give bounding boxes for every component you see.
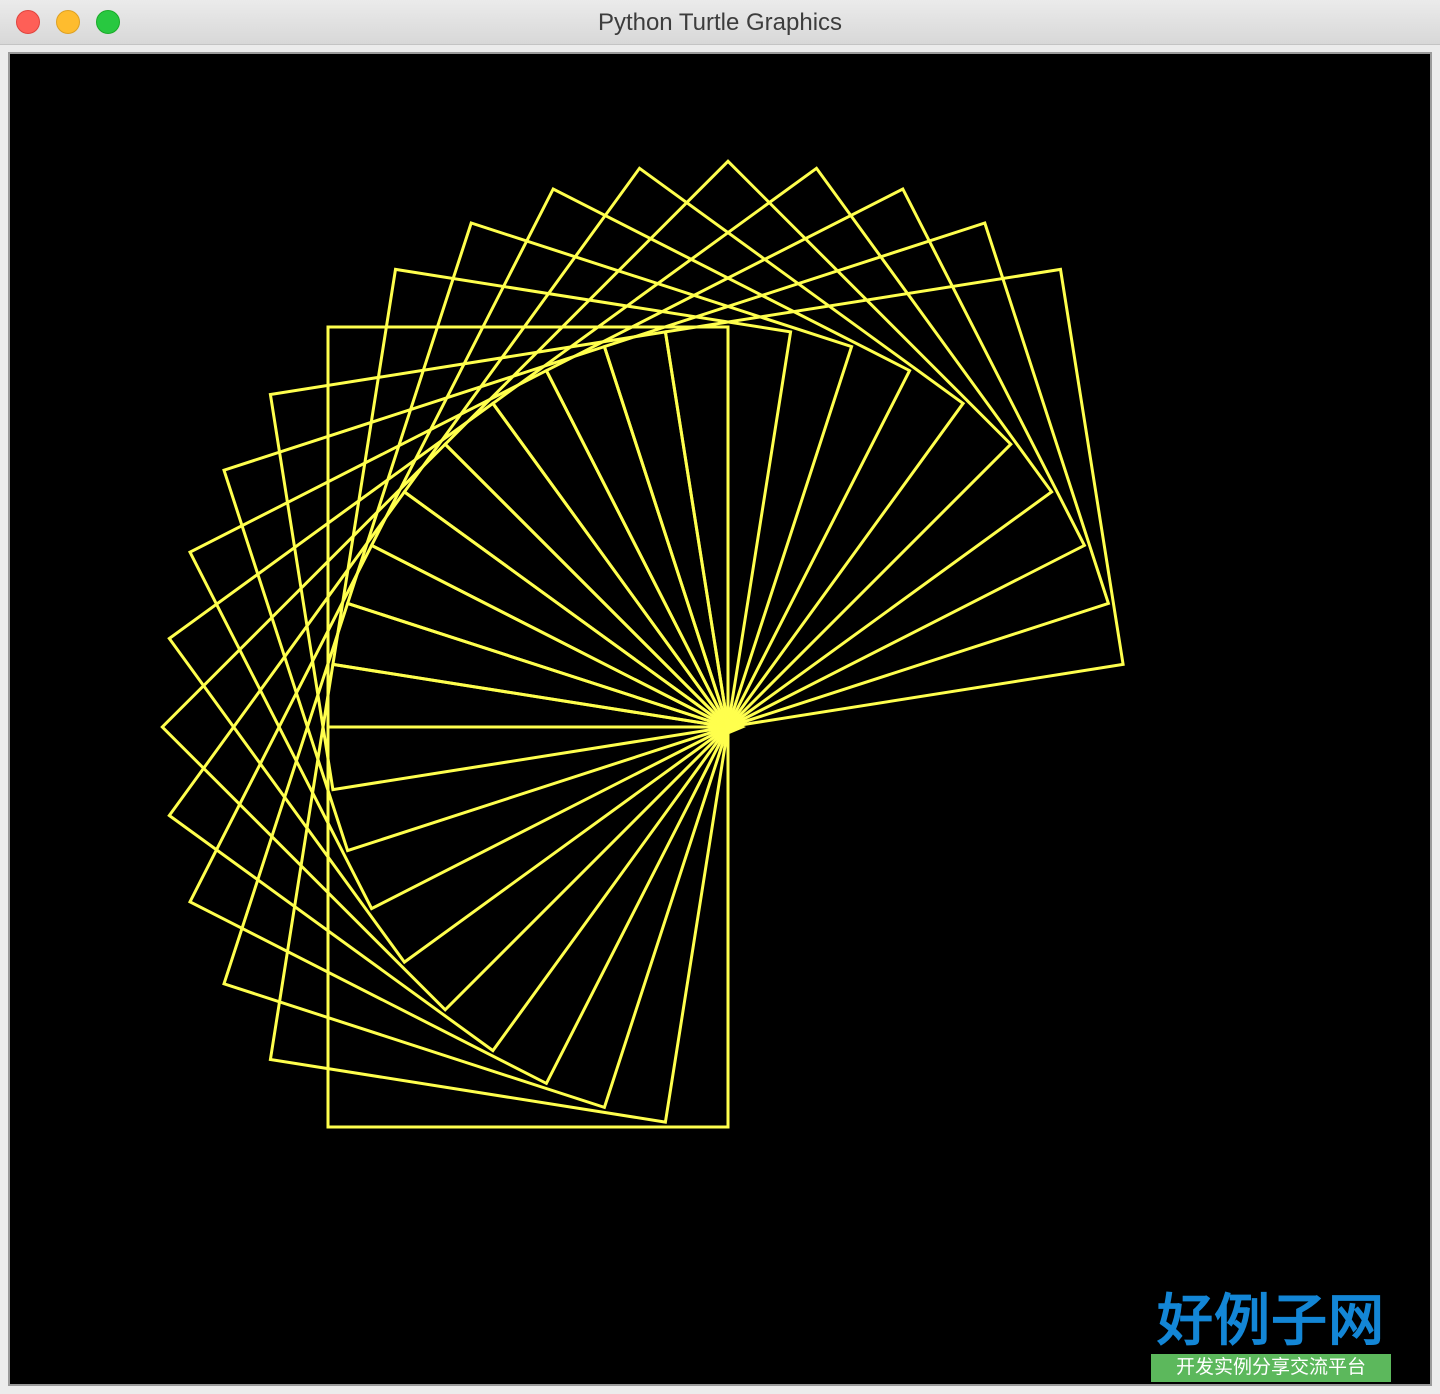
turtle-canvas[interactable] (10, 54, 1430, 1384)
watermark-main-text: 好例子网 (1157, 1288, 1385, 1354)
window-title: Python Turtle Graphics (597, 9, 843, 36)
turtle-drawing (160, 159, 1125, 1129)
watermark-sub-text: 开发实例分享交流平台 (1151, 1354, 1391, 1382)
watermark-logo: 好例子网 开发实例分享交流平台 (1146, 1290, 1396, 1382)
app-window: Python Turtle Graphics 好例子网 开发实例分享交流平台 (0, 0, 1440, 1394)
title-bar[interactable]: Python Turtle Graphics (0, 0, 1440, 45)
